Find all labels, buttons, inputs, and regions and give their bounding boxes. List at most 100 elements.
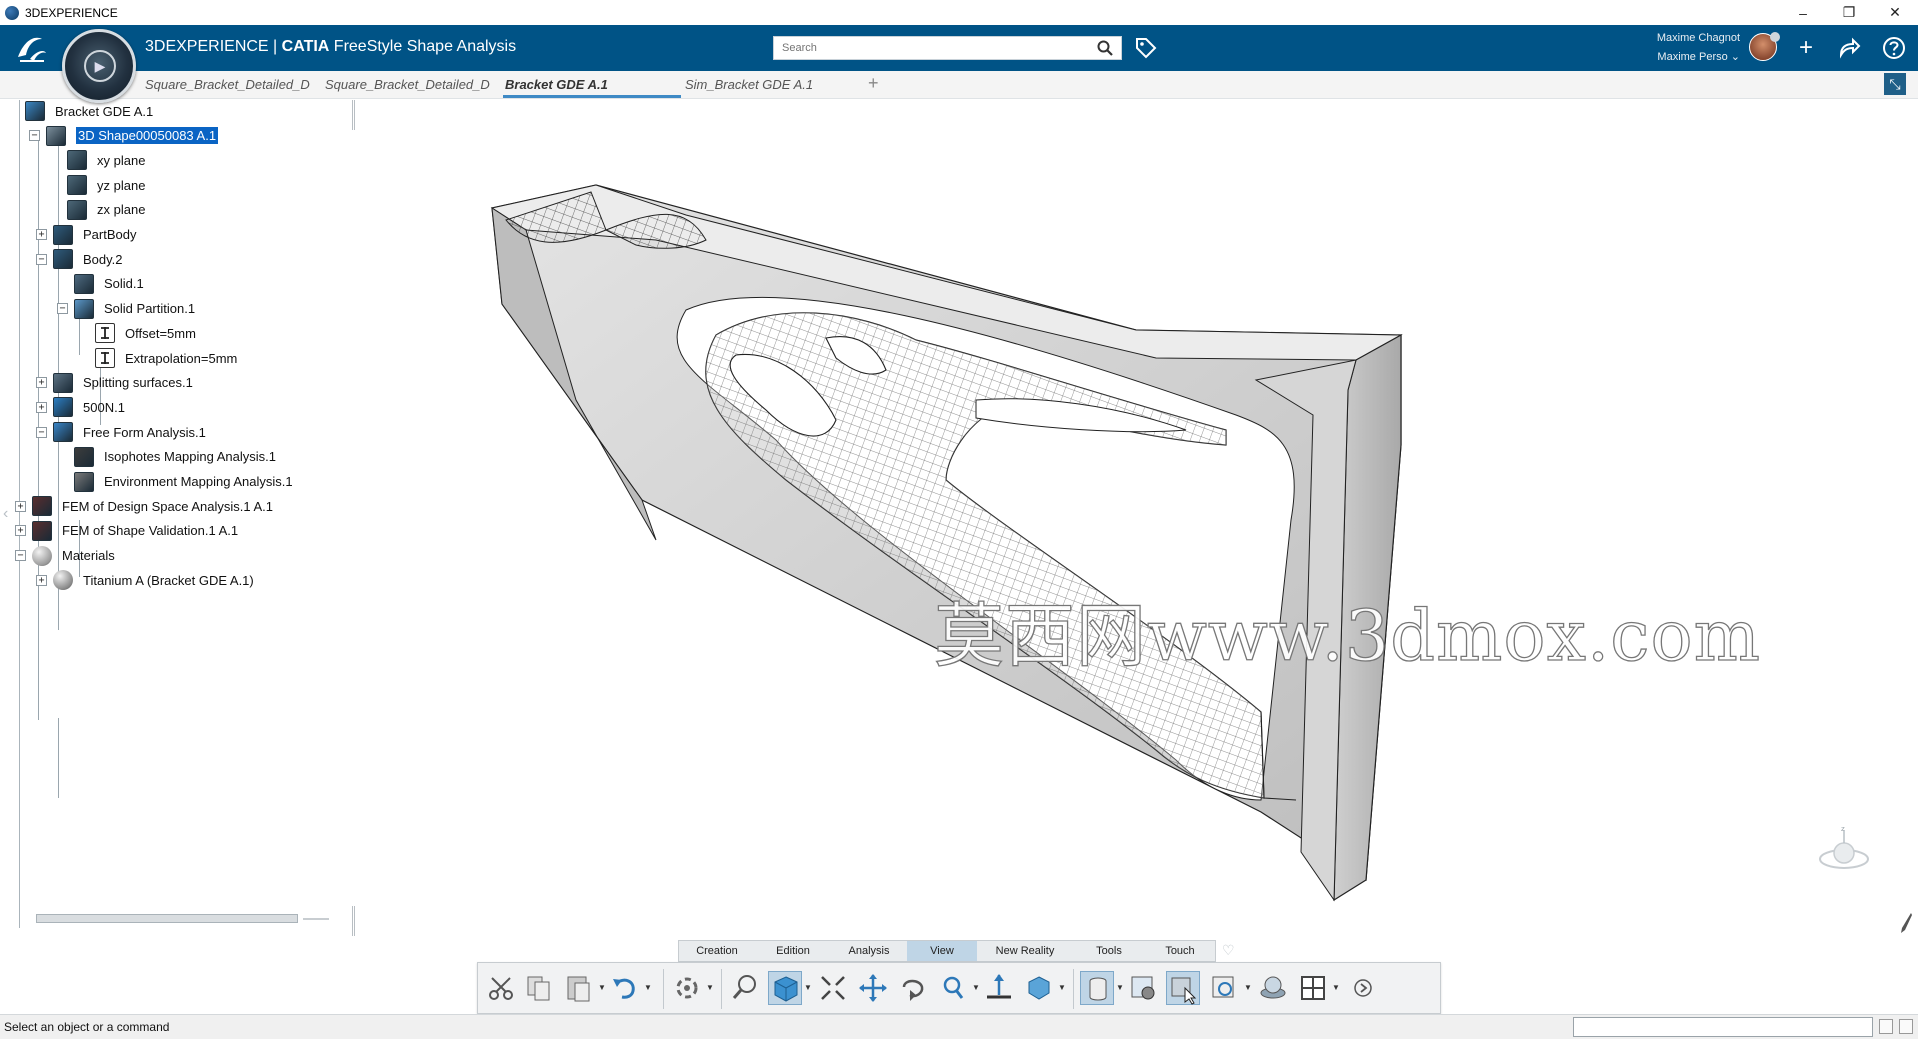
tab-view[interactable]: View [907, 941, 977, 961]
tag-icon[interactable] [1134, 36, 1158, 60]
normal-view-icon[interactable] [982, 971, 1016, 1005]
tree-node[interactable]: Extrapolation=5mm [78, 347, 237, 369]
panel-splitter-bottom[interactable] [352, 906, 355, 936]
refresh-icon[interactable] [1208, 971, 1242, 1005]
tree-node[interactable]: + FEM of Shape Validation.1 A.1 [15, 520, 238, 542]
tree-node[interactable]: + Splitting surfaces.1 [36, 372, 193, 394]
search-icon[interactable] [1097, 40, 1113, 56]
3d-viewport[interactable]: 莫西网www.3dmox.com z [356, 100, 1918, 940]
refresh-dropdown-icon[interactable]: ▼ [1244, 983, 1252, 992]
search-input[interactable] [774, 37, 1084, 59]
rotate-icon[interactable] [896, 971, 930, 1005]
pen-icon[interactable] [1899, 912, 1913, 934]
search-box[interactable] [773, 36, 1122, 60]
tree-node[interactable]: − Solid Partition.1 [57, 298, 195, 320]
undo-dropdown-icon[interactable]: ▼ [644, 983, 652, 992]
layout-dropdown-icon[interactable]: ▼ [1332, 983, 1340, 992]
tree-node[interactable]: Isophotes Mapping Analysis.1 [57, 446, 276, 468]
tab-creation[interactable]: Creation [679, 941, 755, 961]
zoom-dropdown-icon[interactable]: ▼ [972, 983, 980, 992]
add-icon[interactable]: + [1793, 35, 1819, 61]
views-icon[interactable] [1022, 971, 1056, 1005]
pan-icon[interactable] [856, 971, 890, 1005]
expand-icon[interactable]: ⤡ [1884, 73, 1906, 95]
chevron-down-icon[interactable]: ⌄ [1731, 51, 1740, 63]
tree-node[interactable]: +500N.1 [36, 396, 125, 418]
select-mode-icon[interactable] [1166, 971, 1200, 1005]
paste-dropdown-icon[interactable]: ▼ [598, 983, 606, 992]
copy-icon[interactable] [522, 971, 556, 1005]
ds-logo-icon[interactable] [14, 31, 50, 65]
tab-square-bracket-2[interactable]: Square_Bracket_Detailed_D [325, 74, 495, 98]
tree-node[interactable]: − Body.2 [36, 248, 123, 270]
status-notification-icon[interactable] [1899, 1019, 1913, 1034]
tree-node[interactable]: − 3D Shape00050083 A.1 [29, 125, 219, 147]
tree-node[interactable]: + FEM of Design Space Analysis.1 A.1 [15, 495, 273, 517]
tree-node[interactable]: zx plane [50, 199, 145, 221]
ambience-icon[interactable] [1256, 971, 1290, 1005]
close-button[interactable]: ✕ [1872, 0, 1918, 25]
tab-sim-bracket[interactable]: Sim_Bracket GDE A.1 [685, 74, 825, 98]
collapse-icon[interactable]: − [15, 550, 26, 562]
zoom-icon[interactable] [936, 971, 970, 1005]
expand-icon[interactable]: + [15, 525, 26, 537]
user-info[interactable]: Maxime Chagnot Maxime Perso ⌄ [1620, 29, 1740, 67]
tree-node[interactable]: + PartBody [36, 224, 136, 246]
render-settings-icon[interactable] [1126, 971, 1160, 1005]
tree-node[interactable]: xy plane [50, 149, 145, 171]
tree-node[interactable]: Offset=5mm [78, 322, 196, 344]
update-icon[interactable] [670, 971, 704, 1005]
tab-edition[interactable]: Edition [755, 941, 831, 961]
collapse-icon[interactable]: − [36, 426, 47, 438]
cylinder-dropdown-icon[interactable]: ▼ [1116, 983, 1124, 992]
panel-splitter[interactable] [352, 100, 355, 130]
help-icon[interactable] [1881, 35, 1907, 61]
tab-bracket-gde[interactable]: Bracket GDE A.1 [503, 74, 681, 98]
tree-node[interactable]: Environment Mapping Analysis.1 [57, 471, 293, 493]
tree-node[interactable]: Solid.1 [57, 273, 144, 295]
views-dropdown-icon[interactable]: ▼ [1058, 983, 1066, 992]
paste-icon[interactable] [562, 971, 596, 1005]
collapse-panel-icon[interactable]: ‹ [3, 505, 8, 523]
share-icon[interactable] [1836, 35, 1862, 61]
tab-touch[interactable]: Touch [1145, 941, 1215, 961]
collapse-icon[interactable]: − [36, 253, 47, 265]
expand-icon[interactable]: + [36, 574, 47, 586]
tree-node[interactable]: Bracket GDE A.1 [8, 100, 153, 122]
favorites-icon[interactable]: ♡ [1222, 942, 1235, 959]
expand-icon[interactable]: + [36, 377, 47, 389]
expand-icon[interactable]: + [36, 229, 47, 240]
robot-axis-icon[interactable]: z [1815, 825, 1873, 877]
restore-button[interactable]: ❐ [1826, 0, 1872, 25]
layout-icon[interactable] [1296, 971, 1330, 1005]
fit-all-icon[interactable] [816, 971, 850, 1005]
command-input[interactable] [1573, 1017, 1873, 1037]
more-icon[interactable] [1346, 971, 1380, 1005]
expand-icon[interactable]: + [15, 500, 26, 512]
notification-icon[interactable] [1770, 32, 1780, 42]
tab-new-reality[interactable]: New Reality [977, 941, 1073, 961]
view-mode-dropdown-icon[interactable]: ▼ [804, 983, 812, 992]
cut-icon[interactable] [484, 971, 518, 1005]
tab-tools[interactable]: Tools [1073, 941, 1145, 961]
update-dropdown-icon[interactable]: ▼ [706, 983, 714, 992]
add-tab-button[interactable]: + [868, 73, 879, 94]
tree-horizontal-scrollbar[interactable] [36, 914, 298, 923]
tab-analysis[interactable]: Analysis [831, 941, 907, 961]
status-window-icon[interactable] [1879, 1019, 1893, 1034]
tree-node[interactable]: + Titanium A (Bracket GDE A.1) [36, 569, 254, 591]
minimize-button[interactable]: – [1780, 0, 1826, 25]
compass-widget[interactable]: ▶ [62, 29, 136, 103]
undo-icon[interactable] [608, 971, 642, 1005]
zoom-area-icon[interactable] [728, 971, 762, 1005]
view-mode-icon[interactable] [768, 971, 802, 1005]
bracket-3d-model[interactable] [356, 100, 1918, 940]
cylinder-icon[interactable] [1080, 971, 1114, 1005]
collapse-icon[interactable]: − [29, 130, 40, 142]
tree-node[interactable]: yz plane [50, 174, 145, 196]
tab-square-bracket-1[interactable]: Square_Bracket_Detailed_D [145, 74, 315, 98]
tree-node[interactable]: − Free Form Analysis.1 [36, 421, 206, 443]
play-icon[interactable]: ▶ [84, 50, 116, 82]
tree-node[interactable]: − Materials [15, 545, 115, 567]
expand-icon[interactable]: + [36, 401, 47, 413]
